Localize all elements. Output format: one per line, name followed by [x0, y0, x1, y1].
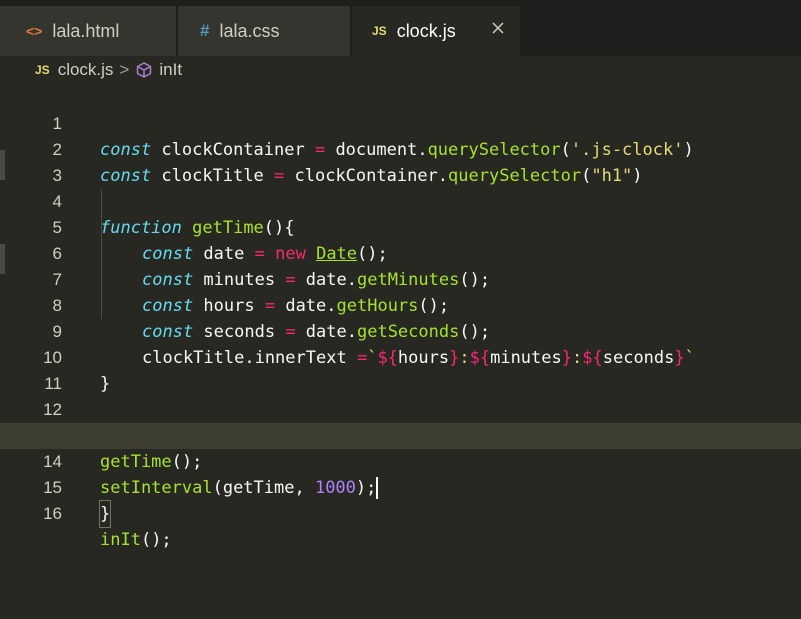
code-line-current: 14 setInterval(getTime, 1000); — [0, 423, 801, 499]
breadcrumb-symbol[interactable]: inIt — [159, 60, 182, 80]
code-text: } — [98, 500, 112, 528]
code-line: 1 const clockContainer = document.queryS… — [0, 85, 801, 160]
line-number: 16 — [43, 504, 62, 523]
tab-lala-html[interactable]: <> lala.html — [0, 6, 176, 56]
tab-lala-css[interactable]: # lala.css — [178, 6, 350, 56]
code-line: 12 function inIt(){ — [0, 371, 801, 446]
breadcrumb: JS clock.js > inIt — [0, 56, 801, 84]
code-line: 8 const seconds = date.getSeconds(); — [0, 267, 801, 342]
code-line: 11 — [0, 345, 801, 393]
code-line: 13 getTime(); — [0, 397, 801, 472]
tab-label: clock.js — [396, 20, 456, 41]
code-line: 16 inIt(); — [0, 475, 801, 550]
tab-label: lala.css — [219, 20, 280, 41]
tab-bar: <> lala.html # lala.css JS clock.js — [0, 0, 801, 56]
html-file-icon: <> — [26, 23, 43, 39]
code-line: 10 } — [0, 319, 801, 394]
js-file-icon: JS — [35, 63, 50, 77]
code-editor[interactable]: 1 const clockContainer = document.queryS… — [0, 85, 801, 550]
close-icon[interactable] — [490, 20, 506, 36]
tab-label: lala.html — [52, 20, 120, 41]
code-line: 3 — [0, 137, 801, 185]
breadcrumb-separator: > — [119, 60, 130, 79]
js-file-icon: JS — [372, 24, 387, 38]
code-line: 15 } — [0, 449, 801, 528]
css-file-icon: # — [200, 21, 210, 40]
code-line: 9 clockTitle.innerText =`${hours}:${minu… — [0, 293, 801, 368]
breadcrumb-file[interactable]: clock.js — [58, 60, 114, 80]
code-line: 7 const hours = date.getHours(); — [0, 241, 801, 316]
code-text: inIt(); — [100, 530, 172, 550]
cube-icon — [137, 62, 152, 78]
code-line: 4 function getTime(){ — [0, 163, 801, 238]
code-line: 2 const clockTitle = clockContainer.quer… — [0, 111, 801, 186]
code-line: 5 const date = new Date(); — [0, 189, 801, 264]
tab-clock-js[interactable]: JS clock.js — [352, 6, 520, 56]
code-line: 6 const minutes = date.getMinutes(); — [0, 215, 801, 290]
